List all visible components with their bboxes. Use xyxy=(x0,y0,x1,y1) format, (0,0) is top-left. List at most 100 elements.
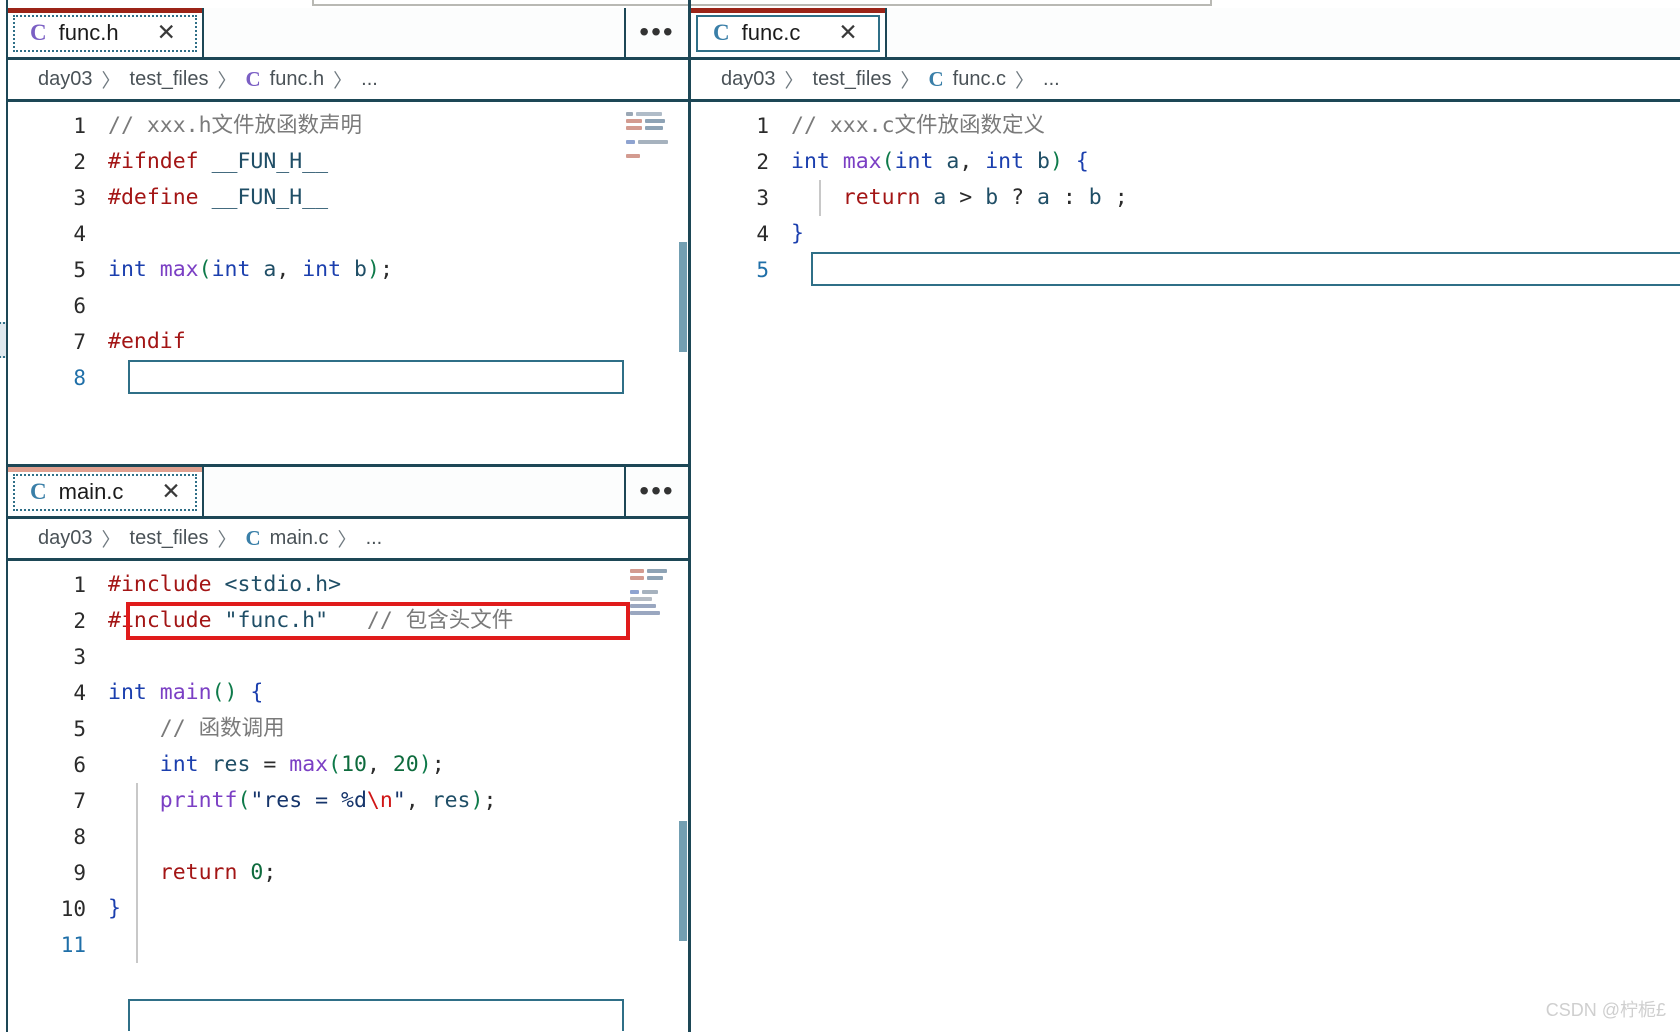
vertical-scrollbar-func-h[interactable] xyxy=(679,242,687,352)
minimap-func-h[interactable] xyxy=(626,112,682,161)
code-line[interactable]: 1 // xxx.c文件放函数定义 xyxy=(691,108,1680,144)
code-line[interactable]: 2 #ifndef __FUN_H__ xyxy=(8,144,688,180)
code-line[interactable]: 2 int max(int a, int b) { xyxy=(691,144,1680,180)
code-line[interactable]: 4 xyxy=(8,216,688,252)
code-line-content: #define __FUN_H__ xyxy=(108,180,688,216)
breadcrumb-more[interactable]: ... xyxy=(366,527,383,550)
tab-label: main.c xyxy=(58,478,124,504)
code-token: return xyxy=(159,860,238,885)
code-token: 0 xyxy=(250,860,264,885)
line-number: 3 xyxy=(756,186,769,210)
tab-func-c[interactable]: C func.c ✕ xyxy=(691,8,887,57)
code-token: main xyxy=(159,680,212,705)
chevron-right-icon: 〉 xyxy=(337,530,357,551)
editor-actions-main-c[interactable]: ••• xyxy=(624,467,688,516)
code-line[interactable]: 4} xyxy=(691,216,1680,252)
vertical-scrollbar-main-c[interactable] xyxy=(679,821,687,941)
code-token: int xyxy=(791,149,830,174)
line-number: 3 xyxy=(73,186,86,210)
code-line[interactable]: 5 xyxy=(691,252,1680,288)
code-token: #endif xyxy=(108,329,186,354)
chevron-right-icon: 〉 xyxy=(101,71,121,92)
breadcrumb-more[interactable]: ... xyxy=(1043,68,1060,91)
breadcrumb-item-folder[interactable]: test_files xyxy=(130,527,209,550)
code-line[interactable]: 11 xyxy=(8,927,688,963)
code-line[interactable]: 3 xyxy=(8,639,688,675)
breadcrumb-item-folder-root[interactable]: day03 xyxy=(38,527,93,550)
code-token: printf xyxy=(159,788,238,813)
code-line[interactable]: 4 int main() { xyxy=(8,675,688,711)
code-token: ? xyxy=(998,185,1037,210)
line-number: 5 xyxy=(73,258,86,282)
breadcrumb-more[interactable]: ... xyxy=(361,68,378,91)
code-line-content: #endif xyxy=(108,324,688,360)
code-token: , xyxy=(366,752,393,777)
code-line[interactable]: 3 #define __FUN_H__ xyxy=(8,180,688,216)
code-token: #include xyxy=(108,572,212,597)
code-line[interactable]: 6 xyxy=(8,288,688,324)
breadcrumb-item-folder[interactable]: test_files xyxy=(130,68,209,91)
code-line[interactable]: 7 #endif xyxy=(8,324,688,360)
code-line-content: } xyxy=(108,891,688,927)
code-line[interactable]: 5 int max(int a, int b); xyxy=(8,252,688,288)
code-token: a xyxy=(946,149,960,174)
code-line[interactable]: 1 // xxx.h文件放函数声明 xyxy=(8,108,688,144)
code-line[interactable]: 5 // 函数调用 xyxy=(8,711,688,747)
code-line-content: #include <stdio.h> xyxy=(108,567,688,603)
code-line[interactable]: 3 return a > b ? a : b ; xyxy=(691,180,1680,216)
minimap-main-c[interactable] xyxy=(630,569,686,618)
code-token: int xyxy=(985,149,1025,174)
tab-func-h[interactable]: C func.h ✕ xyxy=(8,8,204,57)
code-token: ( xyxy=(237,788,251,813)
breadcrumb-item-folder-root[interactable]: day03 xyxy=(721,68,776,91)
code-token: #define xyxy=(108,185,199,210)
line-number: 5 xyxy=(756,258,769,282)
code-token: { xyxy=(250,680,264,705)
code-token: ; xyxy=(1101,185,1128,210)
code-line[interactable]: 1 #include <stdio.h> xyxy=(8,567,688,603)
line-number: 10 xyxy=(60,897,86,921)
code-token: \n xyxy=(366,788,393,813)
breadcrumb-item-folder-root[interactable]: day03 xyxy=(38,68,93,91)
code-token: b xyxy=(1088,185,1102,210)
code-editor-func-c[interactable]: 1// xxx.c文件放函数定义 2 int max(int a, int b) {… xyxy=(691,102,1680,1031)
code-line[interactable]: 2 #include "func.h" // 包含头文件 xyxy=(8,603,688,639)
code-editor-func-h[interactable]: 1 // xxx.h文件放函数声明 2 #ifndef __FUN_H__ 3 #defi… xyxy=(8,102,688,463)
code-line[interactable]: 8 xyxy=(8,360,688,396)
close-icon[interactable]: ✕ xyxy=(838,21,857,44)
close-icon[interactable]: ✕ xyxy=(157,21,176,44)
tab-main-c[interactable]: C main.c ✕ xyxy=(8,467,204,516)
code-token: 20 xyxy=(392,752,419,777)
chevron-right-icon: 〉 xyxy=(333,71,353,92)
code-token: b xyxy=(354,257,367,282)
code-token: max xyxy=(289,752,329,777)
code-line[interactable]: 6 int res = max(10, 20); xyxy=(8,747,688,783)
code-line[interactable]: 8 xyxy=(8,819,688,855)
editor-actions-func-h[interactable]: ••• xyxy=(624,8,688,57)
line-number: 11 xyxy=(60,933,86,957)
code-token: res xyxy=(431,788,471,813)
breadcrumb-item-file[interactable]: func.c xyxy=(953,68,1006,91)
breadcrumb-item-file[interactable]: main.c xyxy=(270,527,329,550)
breadcrumb-item-folder[interactable]: test_files xyxy=(813,68,892,91)
code-token: // xxx.c文件放函数定义 xyxy=(791,113,1046,138)
code-line[interactable]: 10} xyxy=(8,891,688,927)
code-token: ) xyxy=(366,257,380,282)
more-actions-icon[interactable]: ••• xyxy=(639,18,674,46)
breadcrumb-item-file[interactable]: func.h xyxy=(270,68,324,91)
close-icon[interactable]: ✕ xyxy=(161,480,180,503)
line-number: 2 xyxy=(756,150,769,174)
code-editor-main-c[interactable]: 1 #include <stdio.h> 2 #include "func.h" //… xyxy=(8,561,688,1031)
code-line-content: int max(int a, int b) { xyxy=(791,144,1680,180)
code-token: } xyxy=(791,221,804,246)
code-line[interactable]: 9 return 0; xyxy=(8,855,688,891)
indent-guide xyxy=(819,180,821,216)
code-line[interactable]: 7 printf("res = %d\n", res); xyxy=(8,783,688,819)
more-actions-icon[interactable]: ••• xyxy=(639,477,674,505)
